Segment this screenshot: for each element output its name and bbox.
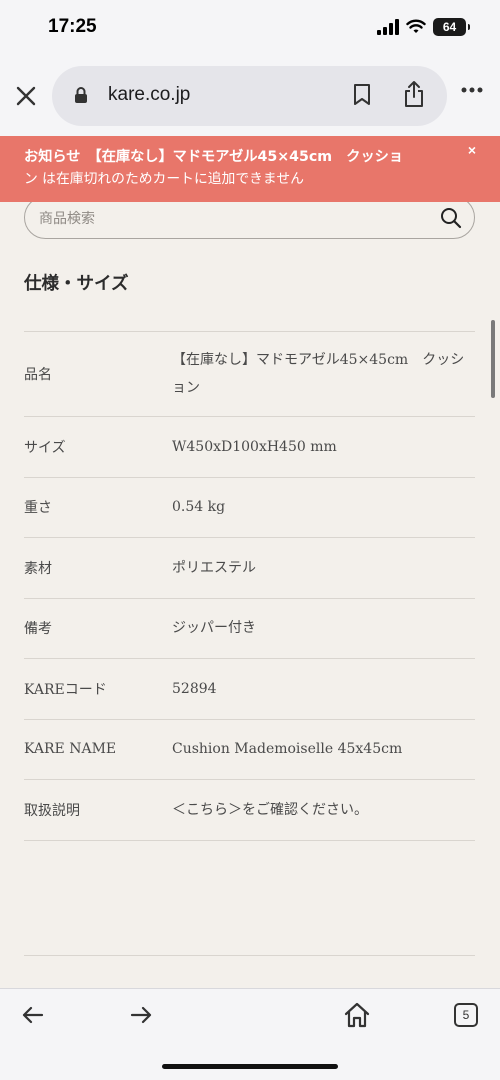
spec-value: ポリエステル [172,559,256,576]
alert-line-1: お知らせ 【在庫なし】マドモアゼル45×45cm クッショ [24,149,404,165]
forward-icon[interactable] [128,1003,154,1027]
table-row: 素材 ポリエステル [24,538,475,599]
back-icon[interactable] [20,1003,46,1027]
search-placeholder: 商品検索 [39,211,95,227]
spec-value: 52894 [172,680,217,697]
spec-label: KAREコード [24,681,107,698]
wifi-icon [406,19,426,33]
url-text: kare.co.jp [108,84,191,105]
spec-value: 0.54 kg [172,499,226,516]
table-row: サイズ W450xD100xH450 mm [24,417,475,478]
search-icon[interactable] [440,207,462,229]
status-bar: 17:25 64 [0,0,500,56]
table-row: 備考 ジッパー付き [24,599,475,659]
spec-value: 【在庫なし】マドモアゼル45×45cm クッション [172,352,465,396]
alert-close-button[interactable]: × [468,142,476,158]
divider [24,955,475,956]
spec-label: 素材 [24,560,52,577]
tab-count: 5 [462,1008,470,1022]
alert-line-2: ン は在庫切れのためカートに追加できません [24,171,304,187]
table-row: 取扱説明 ＜こちら＞をご確認ください。 [24,780,475,841]
lock-icon [75,87,87,103]
bookmark-icon[interactable] [352,83,372,107]
instructions-link[interactable]: ＜こちら＞をご確認ください。 [172,780,472,840]
battery-level: 64 [442,20,457,34]
close-icon[interactable] [12,82,40,110]
out-of-stock-alert: お知らせ 【在庫なし】マドモアゼル45×45cm クッショ ン は在庫切れのため… [0,136,500,202]
table-row: 重さ 0.54 kg [24,478,475,538]
tabs-icon[interactable]: 5 [454,1003,478,1027]
table-row: KARE NAME Cushion Mademoiselle 45x45cm [24,720,475,780]
home-indicator [162,1064,338,1069]
signal-icon [377,19,399,35]
spec-label: 品名 [24,367,52,383]
spec-label: サイズ [24,439,66,456]
spec-label: 重さ [24,500,52,517]
table-row: KAREコード 52894 [24,659,475,720]
table-row: 品名 【在庫なし】マドモアゼル45×45cm クッション [24,332,475,417]
spec-table: 品名 【在庫なし】マドモアゼル45×45cm クッション サイズ W450xD1… [24,331,475,841]
browser-toolbar: kare.co.jp [0,56,500,136]
battery-icon: 64 [433,18,470,36]
spec-value: W450xD100xH450 mm [172,438,337,455]
section-title: 仕様・サイズ [24,274,129,294]
spec-label: KARE NAME [24,741,117,758]
alert-message: お知らせ 【在庫なし】マドモアゼル45×45cm クッショ ン は在庫切れのため… [24,146,452,190]
more-icon[interactable] [460,86,484,94]
share-icon[interactable] [402,80,426,108]
spec-value: Cushion Mademoiselle 45x45cm [172,741,403,758]
home-icon[interactable] [343,1001,371,1029]
address-bar[interactable]: kare.co.jp [52,66,447,126]
status-indicators: 64 [377,18,470,36]
status-time: 17:25 [48,16,97,37]
spec-value: ジッパー付き [172,620,256,637]
search-input[interactable]: 商品検索 [24,196,475,239]
scrollbar[interactable] [491,320,495,398]
spec-label: 取扱説明 [24,802,80,819]
spec-label: 備考 [24,621,52,638]
